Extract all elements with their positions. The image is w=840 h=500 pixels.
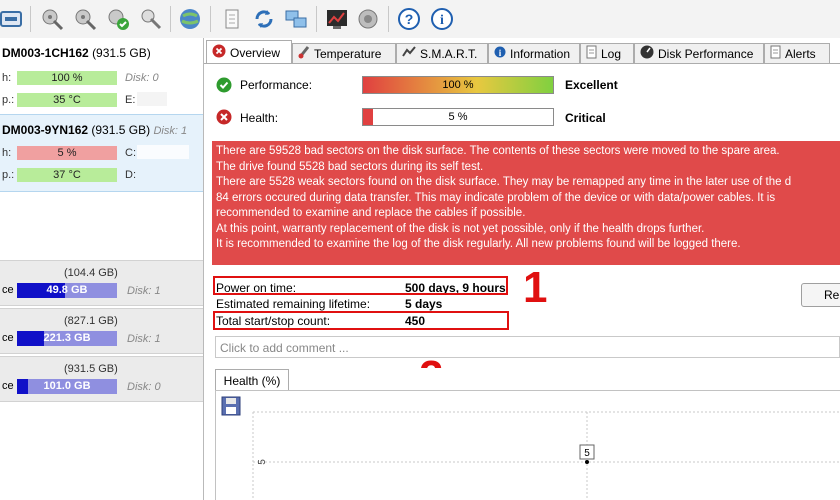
thermometer-icon xyxy=(298,45,310,62)
wrench-icon[interactable] xyxy=(139,7,163,31)
check-icon xyxy=(216,77,232,96)
health-label: Health: xyxy=(240,111,279,125)
help-icon[interactable]: ? xyxy=(397,7,421,31)
partition-disk: Disk: 1 xyxy=(127,285,161,297)
disk-name: DM003-1CH162 (931.5 GB) xyxy=(2,46,151,60)
data-label: 5 xyxy=(584,448,590,459)
temperature-bar: 37 °C xyxy=(17,168,117,182)
document-icon[interactable] xyxy=(220,7,244,31)
y-tick-label: 5 xyxy=(257,459,268,465)
drive-letter: C: xyxy=(125,147,136,159)
health-label: h: xyxy=(2,72,12,84)
smart-icon xyxy=(402,46,416,61)
network-icon[interactable] xyxy=(284,7,308,31)
alerts-icon xyxy=(770,45,781,62)
remaining-lifetime-value: 5 days xyxy=(405,297,443,311)
performance-label: Performance: xyxy=(240,78,313,92)
partition-entry[interactable]: (104.4 GB) ce 49.8 GB Disk: 1 xyxy=(0,260,203,306)
alert-line: There are 59528 bad sectors on the disk … xyxy=(216,145,780,157)
free-space-bar: 49.8 GB xyxy=(17,283,117,298)
disk-tool-icon[interactable] xyxy=(40,7,64,31)
tab-bar: Overview Temperature S.M.A.R.T. i Inform… xyxy=(204,40,840,64)
free-space-bar: 221.3 GB xyxy=(17,331,117,346)
gauge-icon xyxy=(640,45,654,62)
health-chart: 5 5 xyxy=(252,411,840,500)
performance-status: Excellent xyxy=(565,78,618,92)
health-bar: 5 % xyxy=(17,146,117,160)
health-meter: 5 % xyxy=(362,108,554,126)
redacted-label xyxy=(137,145,189,159)
disk-tool-icon[interactable] xyxy=(73,7,97,31)
partition-size: (827.1 GB) xyxy=(64,315,118,327)
alert-line: There are 5528 weak sectors found on the… xyxy=(216,176,792,188)
partition-entry[interactable]: (827.1 GB) ce 221.3 GB Disk: 1 xyxy=(0,308,203,354)
toolbar: ? i xyxy=(0,0,840,39)
tab-alerts[interactable]: Alerts xyxy=(764,43,830,63)
tab-log[interactable]: Log xyxy=(580,43,634,63)
alert-line: At this point, warranty replacement of t… xyxy=(216,222,705,235)
partition-size: (931.5 GB) xyxy=(64,363,118,375)
disk-number: Disk: 0 xyxy=(125,72,159,84)
partition-entry[interactable]: (931.5 GB) ce 101.0 GB Disk: 0 xyxy=(0,356,203,402)
tab-smart[interactable]: S.M.A.R.T. xyxy=(396,43,488,63)
temp-label: p.: xyxy=(2,94,15,106)
svg-text:i: i xyxy=(440,13,444,28)
health-label: h: xyxy=(2,147,12,159)
annotation-box xyxy=(213,311,509,330)
performance-meter: 100 % xyxy=(362,76,554,94)
tab-disk-performance[interactable]: Disk Performance xyxy=(634,43,764,63)
globe-icon[interactable] xyxy=(178,7,202,31)
alert-message-box: There are 59528 bad sectors on the disk … xyxy=(212,141,840,265)
drive-letter: D: xyxy=(125,169,136,181)
annotation-number: 1 xyxy=(523,263,548,312)
tab-overview[interactable]: Overview xyxy=(206,40,292,64)
disk-name: DM003-9YN162 (931.5 GB) Disk: 1 xyxy=(2,123,188,137)
data-point xyxy=(585,460,589,464)
temp-label: p.: xyxy=(2,169,15,181)
alert-line: recommended to examine and replace the c… xyxy=(216,207,526,219)
partition-disk: Disk: 1 xyxy=(127,333,161,345)
health-status: Critical xyxy=(565,111,606,125)
disk-entry-selected[interactable]: DM003-9YN162 (931.5 GB) Disk: 1 h: 5 % C… xyxy=(0,114,203,192)
refresh-icon[interactable] xyxy=(252,7,276,31)
tab-divider xyxy=(204,63,840,64)
svg-text:?: ? xyxy=(405,11,414,27)
redacted-label xyxy=(137,92,167,106)
info-icon[interactable]: i xyxy=(430,7,454,31)
temperature-bar: 35 °C xyxy=(17,93,117,107)
drive-letter: E: xyxy=(125,94,136,106)
disk-entry[interactable]: DM003-1CH162 (931.5 GB) h: 100 % Disk: 0… xyxy=(0,38,203,110)
info-icon: i xyxy=(494,46,506,61)
disk-check-icon[interactable] xyxy=(106,7,130,31)
partition-label: ce xyxy=(2,380,14,392)
alert-line: It is recommended to examine the log of … xyxy=(216,238,741,250)
drive-icon[interactable] xyxy=(0,7,22,31)
error-x-icon xyxy=(216,109,232,128)
tab-temperature[interactable]: Temperature xyxy=(292,43,396,63)
health-bar: 100 % xyxy=(17,71,117,85)
speaker-icon[interactable] xyxy=(356,7,380,31)
partition-label: ce xyxy=(2,284,14,296)
alert-line: The drive found 5528 bad sectors during … xyxy=(216,160,484,173)
refresh-button[interactable]: Re xyxy=(801,283,840,307)
partition-size: (104.4 GB) xyxy=(64,267,118,279)
free-space-bar: 101.0 GB xyxy=(17,379,117,394)
comment-input[interactable]: Click to add comment ... xyxy=(215,336,840,358)
partition-disk: Disk: 0 xyxy=(127,381,161,393)
tab-information[interactable]: i Information xyxy=(488,43,580,63)
alert-line: 84 errors occured during data transfer. … xyxy=(216,191,776,204)
partition-label: ce xyxy=(2,332,14,344)
remaining-lifetime-label: Estimated remaining lifetime: xyxy=(216,297,371,311)
tab-health-chart[interactable]: Health (%) xyxy=(215,369,289,391)
disk-list-panel: DM003-1CH162 (931.5 GB) h: 100 % Disk: 0… xyxy=(0,38,204,500)
error-x-icon xyxy=(212,44,226,61)
annotation-box xyxy=(213,276,508,295)
chart-icon[interactable] xyxy=(325,7,349,31)
log-icon xyxy=(586,45,597,62)
